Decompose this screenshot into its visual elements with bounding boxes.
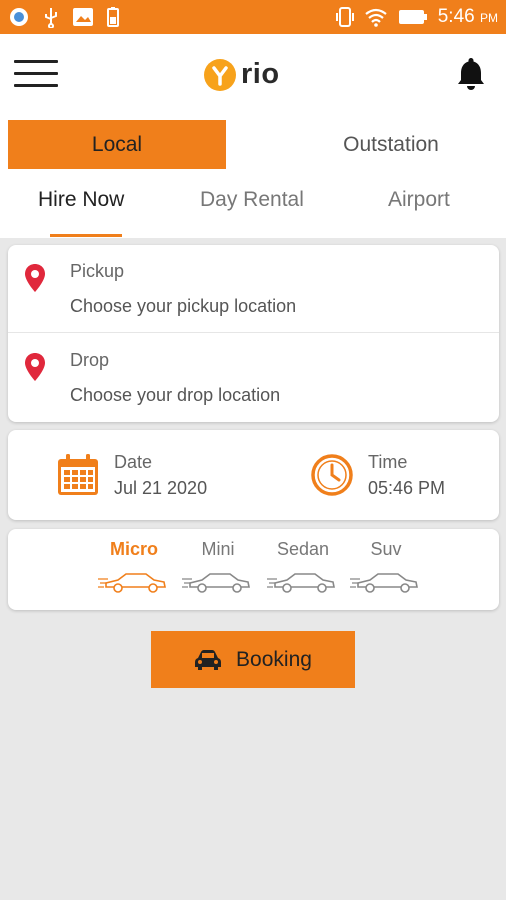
sub-tabs: Hire Now Day Rental Airport: [0, 176, 506, 238]
date-value: Jul 21 2020: [114, 478, 208, 498]
car-sedan-icon: [267, 573, 335, 593]
time-label: Time: [368, 452, 408, 472]
pickup-placeholder: Choose your pickup location: [70, 296, 297, 316]
app-notification-icon: [10, 8, 28, 26]
tab-day-rental[interactable]: Day Rental: [200, 188, 304, 212]
calendar-icon: [58, 454, 98, 495]
time-picker[interactable]: Time 05:46 PM: [310, 430, 490, 520]
pickup-location-pin-icon: [25, 264, 45, 292]
car-type-sedan[interactable]: Sedan: [263, 539, 343, 595]
tab-airport[interactable]: Airport: [388, 188, 450, 212]
pickup-label: Pickup: [70, 261, 125, 281]
status-time: 5:46 PM: [437, 6, 498, 27]
date-time-card: Date Jul 21 2020 Time 05:46 PM: [8, 430, 499, 520]
car-type-mini[interactable]: Mini: [178, 539, 258, 595]
image-icon: [73, 8, 93, 26]
drop-label: Drop: [70, 350, 110, 370]
car-suv-icon: [350, 573, 418, 593]
car-type-micro-label: Micro: [109, 539, 158, 559]
logo-mark-icon: [204, 58, 236, 91]
car-icon: [195, 649, 222, 670]
car-type-suv-label: Suv: [370, 539, 402, 559]
car-micro-icon: [98, 573, 166, 593]
drop-field[interactable]: Drop Choose your drop location: [8, 334, 499, 422]
menu-icon[interactable]: [14, 60, 58, 88]
usb-icon: [45, 8, 57, 28]
location-card: Pickup Choose your pickup location Drop …: [8, 245, 499, 422]
clock-icon: [311, 454, 353, 496]
booking-button[interactable]: Booking: [151, 631, 355, 688]
wifi-icon: [365, 8, 387, 27]
app-logo: rio: [204, 58, 280, 91]
date-label: Date: [114, 452, 153, 472]
time-value: 05:46 PM: [368, 478, 446, 498]
battery-icon: [398, 10, 427, 24]
battery-small-icon: [107, 7, 119, 27]
car-type-mini-label: Mini: [201, 539, 235, 559]
status-right-icons: 5:46 PM: [335, 6, 498, 28]
booking-button-label: Booking: [236, 647, 312, 671]
car-type-suv[interactable]: Suv: [346, 539, 426, 595]
pickup-field[interactable]: Pickup Choose your pickup location: [8, 245, 499, 333]
active-tab-indicator: [50, 234, 122, 237]
drop-location-pin-icon: [25, 353, 45, 381]
top-tabs: Local Outstation: [0, 114, 506, 176]
car-type-card: Micro Mini Sedan Suv: [8, 529, 499, 610]
date-picker[interactable]: Date Jul 21 2020: [56, 430, 276, 520]
tab-local[interactable]: Local: [8, 120, 226, 169]
vibrate-icon: [335, 7, 354, 27]
logo-text: rio: [241, 58, 280, 90]
car-mini-icon: [182, 573, 250, 593]
app-bar: rio: [0, 34, 506, 114]
status-bar: 5:46 PM: [0, 0, 506, 34]
car-type-sedan-label: Sedan: [276, 539, 330, 559]
bell-icon[interactable]: [456, 56, 486, 97]
car-type-micro[interactable]: Micro: [94, 539, 174, 595]
tab-hire-now[interactable]: Hire Now: [38, 188, 124, 212]
tab-outstation[interactable]: Outstation: [278, 120, 504, 169]
status-left-icons: [8, 6, 120, 28]
drop-placeholder: Choose your drop location: [70, 385, 281, 405]
